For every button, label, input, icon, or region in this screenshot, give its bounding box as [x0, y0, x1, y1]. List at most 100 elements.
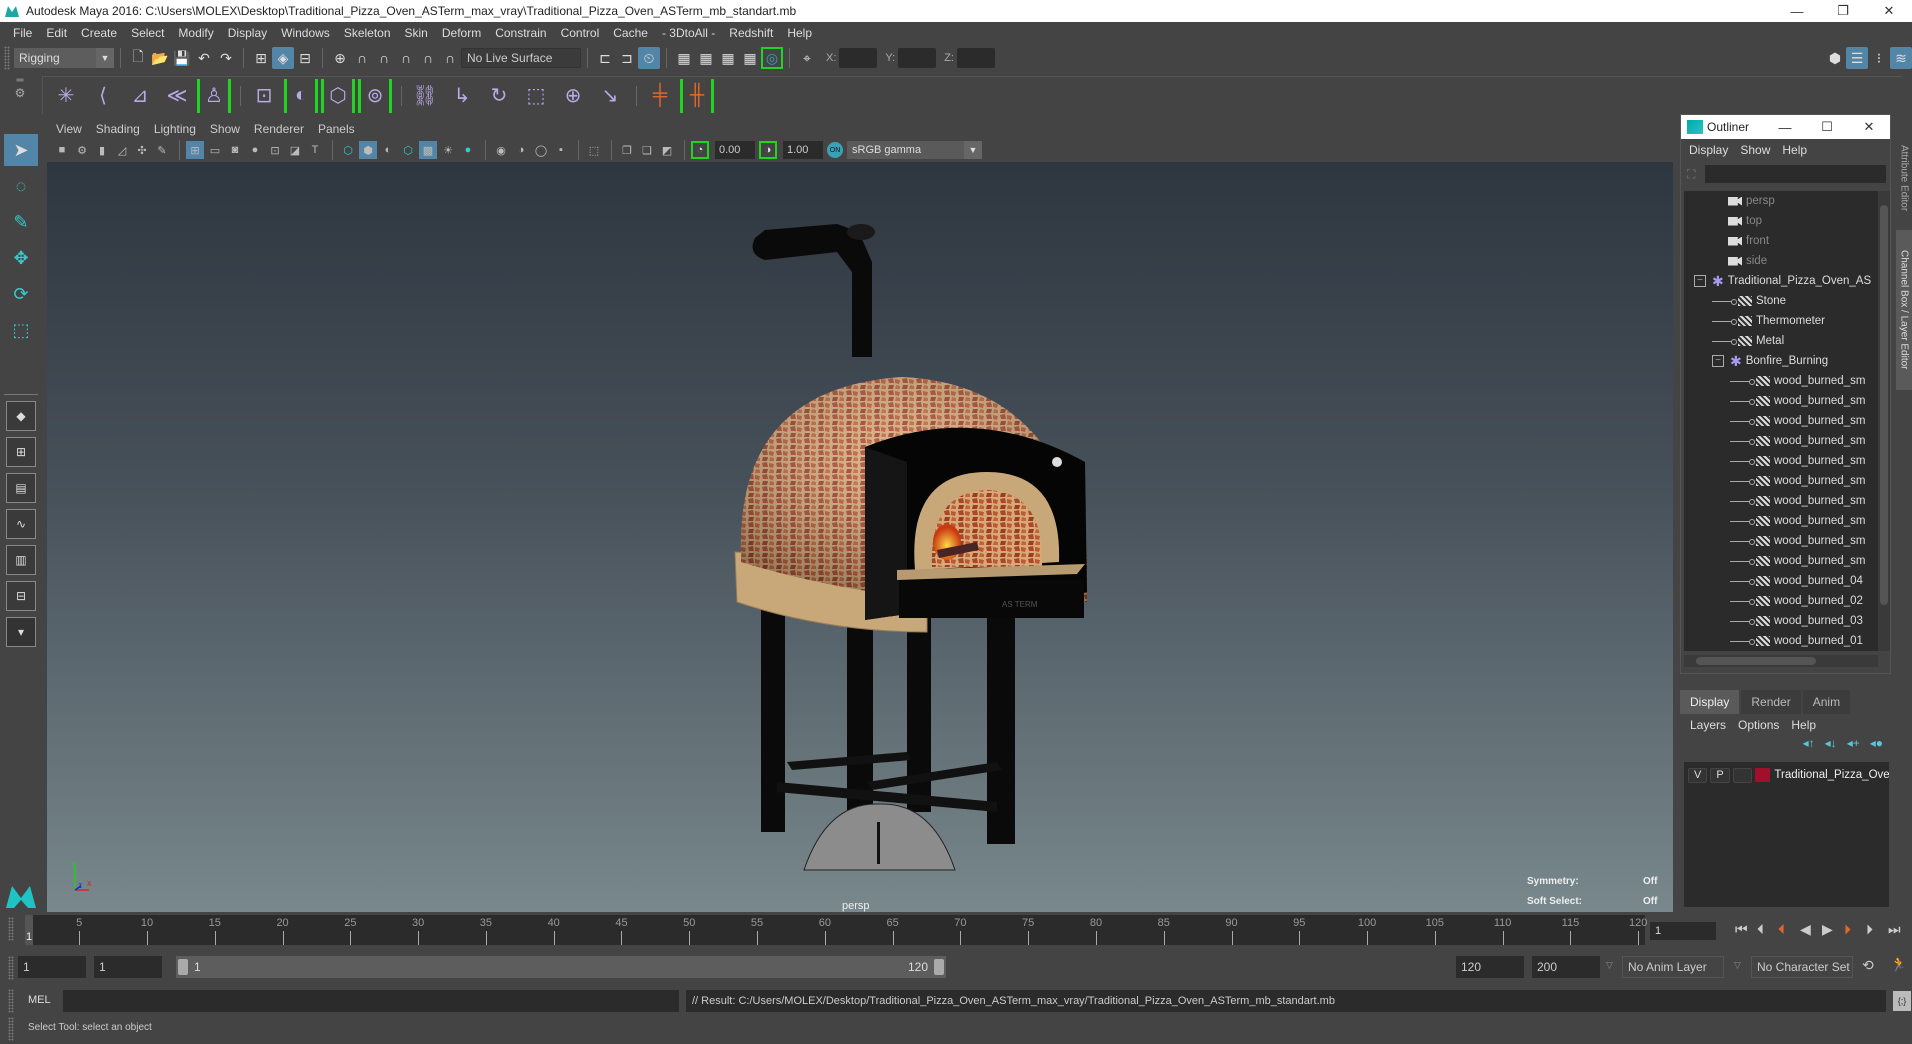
outliner-vertical-scrollbar[interactable]: [1878, 191, 1890, 651]
outliner-item[interactable]: wood_burned_03: [1684, 611, 1878, 631]
range-start-handle[interactable]: [178, 959, 188, 975]
outliner-item[interactable]: persp: [1684, 191, 1878, 211]
outliner-menu-help[interactable]: Help: [1778, 143, 1815, 157]
exposure-icon[interactable]: ◔: [691, 141, 709, 159]
outliner-item[interactable]: Metal: [1684, 331, 1878, 351]
snap-live-icon[interactable]: ∩: [417, 47, 439, 69]
outliner-persp-layout-icon[interactable]: ▤: [6, 473, 36, 503]
textured-icon[interactable]: ▩: [419, 141, 437, 159]
move-tool-icon[interactable]: ✥: [4, 242, 38, 274]
cluster-icon[interactable]: ⊚: [358, 78, 392, 113]
menu-edit[interactable]: Edit: [39, 26, 74, 40]
layer-menu-options[interactable]: Options: [1734, 718, 1787, 732]
backface-culling-icon[interactable]: ◩: [658, 141, 676, 159]
tool-settings-icon[interactable]: ⁝: [1868, 47, 1890, 69]
menu-control[interactable]: Control: [554, 26, 607, 40]
go-to-end-icon[interactable]: ⏭: [1888, 921, 1901, 938]
layer-playback-toggle[interactable]: P: [1710, 767, 1730, 783]
outliner-item[interactable]: wood_burned_01: [1684, 631, 1878, 651]
menu-redshift[interactable]: Redshift: [722, 26, 780, 40]
scrollbar-thumb[interactable]: [1696, 657, 1816, 665]
image-plane-icon[interactable]: ◿: [113, 141, 131, 159]
key-pose-icon[interactable]: ╪: [643, 79, 677, 113]
menu-select[interactable]: Select: [124, 26, 171, 40]
menu-skin[interactable]: Skin: [398, 26, 435, 40]
new-empty-layer-icon[interactable]: ◂+: [1847, 736, 1860, 756]
outliner-minimize-button[interactable]: —: [1764, 120, 1806, 135]
animation-preferences-icon[interactable]: 🏃: [1890, 956, 1907, 973]
color-space-dropdown[interactable]: sRGB gamma ▼: [847, 141, 982, 159]
menu-deform[interactable]: Deform: [435, 26, 488, 40]
layer-tab-display[interactable]: Display: [1680, 690, 1740, 714]
single-pane-layout-icon[interactable]: ◆: [6, 401, 36, 431]
menu-windows[interactable]: Windows: [274, 26, 337, 40]
modeling-toolkit-icon[interactable]: ⬢: [1824, 47, 1846, 69]
current-frame-field[interactable]: 1: [1650, 922, 1716, 940]
field-chart-icon[interactable]: ⊡: [266, 141, 284, 159]
hypershade-icon[interactable]: ◎: [761, 47, 783, 69]
outliner-horizontal-scrollbar[interactable]: [1684, 655, 1878, 667]
new-scene-icon[interactable]: 🗋: [127, 47, 149, 69]
gamma-field[interactable]: 1.00: [783, 141, 823, 159]
collapse-toggle-icon[interactable]: −: [1694, 275, 1706, 287]
ik-spline-icon[interactable]: ⊿: [123, 79, 157, 113]
play-backwards-icon[interactable]: ◀: [1800, 921, 1811, 938]
character-set-chevron-icon[interactable]: ▽: [1734, 960, 1741, 971]
scale-tool-icon[interactable]: ⬚: [4, 314, 38, 346]
parent-constraint-icon[interactable]: ⛓: [408, 79, 442, 113]
playback-start-field[interactable]: 1: [94, 956, 162, 978]
outliner-item[interactable]: wood_burned_sm: [1684, 431, 1878, 451]
color-management-toggle-icon[interactable]: ON: [827, 142, 843, 158]
save-scene-icon[interactable]: 💾: [171, 47, 193, 69]
open-scene-icon[interactable]: 📂: [149, 47, 171, 69]
menu-cache[interactable]: Cache: [606, 26, 655, 40]
wireframe-on-shaded-icon[interactable]: ◐: [379, 141, 397, 159]
layer-row[interactable]: V P Traditional_Pizza_Over: [1684, 764, 1889, 786]
snap-view-plane-icon[interactable]: ∩: [395, 47, 417, 69]
layer-tab-anim[interactable]: Anim: [1802, 690, 1851, 714]
drag-grip[interactable]: [8, 989, 14, 1013]
outliner-item[interactable]: side: [1684, 251, 1878, 271]
outliner-item[interactable]: wood_burned_sm: [1684, 531, 1878, 551]
select-camera-icon[interactable]: ■: [53, 141, 71, 159]
orient-constraint-icon[interactable]: ↻: [482, 79, 516, 113]
bind-skin-icon[interactable]: ◐: [284, 78, 318, 113]
animation-start-field[interactable]: 1: [18, 956, 86, 978]
menu-help[interactable]: Help: [780, 26, 819, 40]
depth-of-field-icon[interactable]: ▪: [552, 141, 570, 159]
use-all-lights-icon[interactable]: ☀: [439, 141, 457, 159]
outliner-close-button[interactable]: ✕: [1848, 119, 1890, 135]
panel-menu-show[interactable]: Show: [203, 122, 247, 136]
xray-active-icon[interactable]: ❏: [638, 141, 656, 159]
rotate-tool-icon[interactable]: ⟳: [4, 278, 38, 310]
layer-visibility-toggle[interactable]: V: [1688, 767, 1708, 783]
panel-menu-lighting[interactable]: Lighting: [147, 122, 203, 136]
outliner-item[interactable]: front: [1684, 231, 1878, 251]
panel-menu-panels[interactable]: Panels: [311, 122, 362, 136]
playback-end-field[interactable]: 120: [1456, 956, 1524, 978]
outliner-item[interactable]: − ✱ Bonfire_Burning: [1684, 351, 1878, 371]
2d-pan-zoom-icon[interactable]: ✣: [133, 141, 151, 159]
outliner-item[interactable]: wood_burned_sm: [1684, 471, 1878, 491]
command-input[interactable]: [63, 990, 679, 1012]
outliner-item[interactable]: wood_burned_sm: [1684, 391, 1878, 411]
bookmark-icon[interactable]: ▮: [93, 141, 111, 159]
pole-vector-icon[interactable]: ↘: [593, 79, 627, 113]
outliner-item[interactable]: wood_burned_sm: [1684, 451, 1878, 471]
four-pane-layout-icon[interactable]: ⊞: [6, 437, 36, 467]
menu-3dtoall[interactable]: - 3DtoAll -: [655, 26, 722, 40]
select-tool-icon[interactable]: ➤: [4, 134, 38, 166]
motion-blur-icon[interactable]: ◑: [512, 141, 530, 159]
outliner-maximize-button[interactable]: ☐: [1806, 119, 1848, 135]
layer-display-type-toggle[interactable]: [1732, 767, 1752, 783]
menu-skeleton[interactable]: Skeleton: [337, 26, 398, 40]
render-view-icon[interactable]: ▦: [673, 47, 695, 69]
select-hierarchy-icon[interactable]: ⊞: [250, 47, 272, 69]
menu-file[interactable]: File: [6, 26, 39, 40]
grid-icon[interactable]: ⊞: [186, 141, 204, 159]
xray-joints-icon[interactable]: ❐: [618, 141, 636, 159]
quick-rig-icon[interactable]: ♙: [197, 78, 231, 113]
grease-pencil-icon[interactable]: ✎: [153, 141, 171, 159]
attribute-editor-toggle-icon[interactable]: ☰: [1846, 47, 1868, 69]
gate-mask-icon[interactable]: ●: [246, 141, 264, 159]
